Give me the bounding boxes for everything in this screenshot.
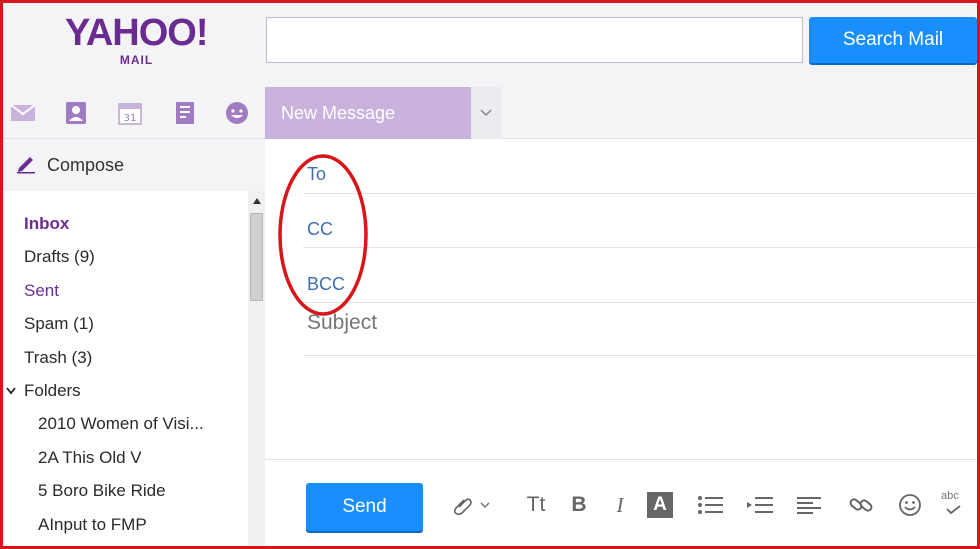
sidebar-folders-toggle[interactable]: Folders [3, 374, 248, 407]
search-mail-button[interactable]: Search Mail [809, 17, 977, 63]
indent-icon[interactable] [745, 492, 775, 518]
sidebar-item-spam[interactable]: Spam (1) [3, 307, 248, 340]
tab-new-message[interactable]: New Message [265, 87, 471, 139]
tab-strip: New Message [265, 87, 977, 139]
header: YAHOO! MAIL Search Mail [3, 3, 977, 87]
calendar-icon[interactable]: 31 [116, 99, 144, 127]
bold-button[interactable]: B [567, 492, 591, 518]
yahoo-mail-logo[interactable]: YAHOO! MAIL [65, 12, 209, 67]
align-left-icon[interactable] [795, 492, 823, 518]
sidebar-item-sent[interactable]: Sent [3, 274, 248, 307]
sidebar-item-inbox[interactable]: Inbox [3, 207, 248, 240]
spellcheck-button[interactable]: abc [941, 489, 975, 520]
messenger-icon[interactable] [223, 99, 251, 127]
sidebar-item-trash[interactable]: Trash (3) [3, 341, 248, 374]
to-label[interactable]: To [307, 164, 326, 185]
message-body[interactable] [303, 356, 977, 459]
calendar-day-label: 31 [124, 113, 137, 124]
subject-input[interactable] [307, 311, 907, 335]
app-icon-bar: 31 [3, 87, 265, 139]
italic-button[interactable]: I [609, 492, 631, 518]
mail-icon[interactable] [9, 99, 37, 127]
sidebar-item-folder[interactable]: AInput to FMP [3, 508, 248, 541]
sidebar-item-drafts[interactable]: Drafts (9) [3, 240, 248, 273]
sidebar-item-folder[interactable]: 2A This Old V [3, 441, 248, 474]
link-icon[interactable] [847, 492, 875, 518]
bcc-field[interactable]: BCC [303, 248, 977, 303]
checkmark-icon [941, 502, 961, 520]
sidebar-scrollbar[interactable] [248, 191, 265, 546]
pencil-icon [15, 152, 37, 179]
scroll-up-arrow-icon[interactable] [248, 193, 265, 209]
cc-label[interactable]: CC [307, 219, 333, 240]
contacts-icon[interactable] [62, 99, 90, 127]
subject-field [303, 303, 977, 356]
bulleted-list-icon[interactable] [696, 492, 724, 518]
scrollbar-thumb[interactable] [250, 213, 263, 301]
send-button[interactable]: Send [306, 483, 423, 531]
cc-field[interactable]: CC [303, 194, 977, 248]
notepad-icon[interactable] [171, 99, 199, 127]
to-field[interactable]: To [303, 139, 977, 194]
bcc-label[interactable]: BCC [307, 274, 345, 295]
sidebar: Compose Inbox Drafts (9) Sent Spam (1) T… [3, 139, 265, 546]
logo-subtext: MAIL [119, 53, 154, 67]
search-input[interactable] [266, 17, 803, 63]
chevron-down-icon [6, 374, 16, 407]
sidebar-item-folder[interactable]: 2010 Women of Visi... [3, 407, 248, 440]
formatting-toolbar: Send Tt B I A abc [265, 459, 977, 546]
spellcheck-label: abc [941, 489, 959, 502]
font-size-button[interactable]: Tt [521, 492, 551, 518]
attach-icon[interactable] [448, 492, 494, 518]
text-color-button[interactable]: A [647, 492, 673, 518]
chevron-down-icon[interactable] [471, 87, 501, 139]
compose-label: Compose [47, 154, 125, 175]
new-message-form: To CC BCC Send Tt B I A a [265, 139, 977, 546]
folder-list: Inbox Drafts (9) Sent Spam (1) Trash (3)… [3, 207, 248, 541]
logo-text: YAHOO! [65, 12, 209, 54]
sidebar-item-folder[interactable]: 5 Boro Bike Ride [3, 474, 248, 507]
compose-button[interactable]: Compose [3, 139, 265, 191]
emoji-icon[interactable] [896, 492, 924, 518]
folders-heading: Folders [24, 380, 81, 400]
